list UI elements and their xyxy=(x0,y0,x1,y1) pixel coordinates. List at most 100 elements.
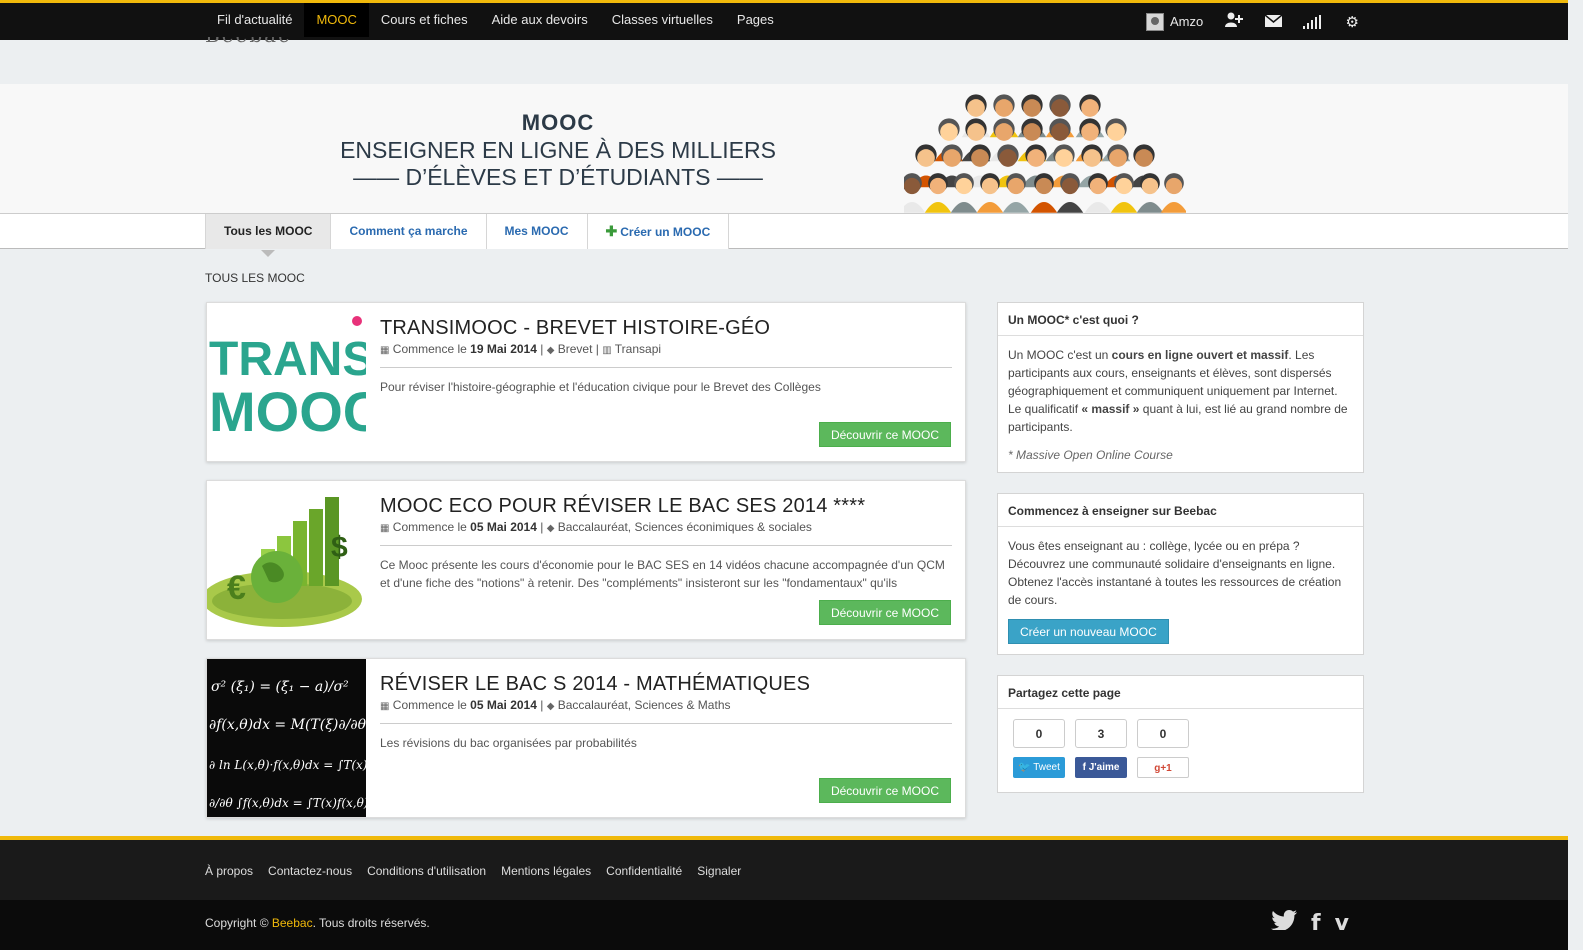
signal-icon[interactable] xyxy=(1303,14,1322,29)
mooc-banner: MOOC ENSEIGNER EN LIGNE À DES MILLIERS —… xyxy=(0,84,1568,213)
person-head xyxy=(1061,177,1079,195)
mooc-meta: ▦ Commence le 05 Mai 2014 | ◆ Baccalauré… xyxy=(380,520,952,546)
banner-line-2: —— D’ÉLÈVES ET D’ÉTUDIANTS —— xyxy=(353,164,763,190)
mooc-definition-d: « massif » xyxy=(1081,402,1140,416)
person-body xyxy=(1160,202,1186,213)
nav-item-homework-help[interactable]: Aide aux devoirs xyxy=(480,3,600,37)
person-body xyxy=(924,202,952,213)
mooc-footnote: * Massive Open Online Course xyxy=(1008,448,1173,462)
user-name[interactable]: Amzo xyxy=(1170,14,1203,29)
share-count: 0 xyxy=(1137,719,1189,748)
mooc-description: Ce Mooc présente les cours d'économie po… xyxy=(380,558,945,590)
share-google: 0 g+1 xyxy=(1137,719,1189,778)
mooc-title[interactable]: RÉVISER LE BAC S 2014 - MATHÉMATIQUES xyxy=(380,673,952,696)
person-head xyxy=(1081,99,1099,117)
nav-item-feed[interactable]: Fil d'actualité xyxy=(205,3,304,37)
mooc-description: Les révisions du bac organisées par prob… xyxy=(380,736,637,750)
formula-line-1: σ² (ξ₁) = (ξ₁ − a)/σ² xyxy=(211,679,349,695)
calendar-icon: ▦ xyxy=(380,701,390,712)
person-head xyxy=(1081,123,1099,141)
footer: À propos Contactez-nous Conditions d'uti… xyxy=(0,836,1568,950)
share-count: 0 xyxy=(1013,719,1065,748)
nav-item-virtual-classes[interactable]: Classes virtuelles xyxy=(600,3,725,37)
footer-link-about[interactable]: À propos xyxy=(205,864,253,878)
plus-one-label: +1 xyxy=(1160,763,1172,774)
footer-link-legal[interactable]: Mentions légales xyxy=(501,864,591,878)
footer-link-contact[interactable]: Contactez-nous xyxy=(268,864,352,878)
start-teaching-box: Commencez à enseigner sur Beebac Vous êt… xyxy=(997,493,1364,655)
add-user-icon[interactable] xyxy=(1225,12,1244,32)
svg-text:€: € xyxy=(227,569,246,607)
mooc-tags[interactable]: Brevet xyxy=(558,342,593,356)
person-body xyxy=(1002,202,1030,213)
mooc-thumbnail-eco[interactable]: $ € xyxy=(207,481,366,639)
scrollbar[interactable] xyxy=(1568,0,1583,950)
mooc-title[interactable]: TRANSIMOOC - BREVET HISTOIRE-GÉO xyxy=(380,317,952,340)
person-head xyxy=(981,177,999,195)
logo[interactable]: Beebac xyxy=(205,37,313,43)
discover-mooc-button[interactable]: Découvrir ce MOOC xyxy=(818,600,951,625)
person-head xyxy=(1165,177,1183,195)
footer-link-report[interactable]: Signaler xyxy=(697,864,741,878)
mooc-author[interactable]: Transapi xyxy=(615,342,661,356)
banner-title: MOOC ENSEIGNER EN LIGNE À DES MILLIERS —… xyxy=(340,110,776,191)
person-head xyxy=(999,149,1017,167)
mooc-card: $ € MOOC ECO POUR RÉVISER LE BAC SES 201… xyxy=(206,480,966,640)
top-navbar: Fil d'actualité MOOC Cours et fiches Aid… xyxy=(0,0,1568,40)
mooc-thumbnail-transimooc[interactable]: TRANSi MOOC xyxy=(207,303,366,461)
mooc-tabs: Tous les MOOC Comment ça marche Mes MOOC… xyxy=(205,214,730,257)
tweet-button[interactable]: 🐦 Tweet xyxy=(1013,757,1065,778)
footer-link-terms[interactable]: Conditions d'utilisation xyxy=(367,864,486,878)
teach-text: Vous êtes enseignant au : collège, lycée… xyxy=(1008,539,1342,607)
discover-mooc-button[interactable]: Découvrir ce MOOC xyxy=(818,778,951,803)
building-icon: ▥ xyxy=(602,345,612,356)
vimeo-icon[interactable]: v xyxy=(1335,911,1349,936)
mail-icon[interactable] xyxy=(1264,13,1283,31)
tab-my-moocs[interactable]: Mes MOOC xyxy=(486,214,588,249)
mooc-card: σ² (ξ₁) = (ξ₁ − a)/σ² ∂f(x,θ)dx = M(T(ξ)… xyxy=(206,658,966,818)
footer-links: À propos Contactez-nous Conditions d'uti… xyxy=(205,864,741,878)
share-facebook: 3 f J'aime xyxy=(1075,719,1127,778)
nav-item-pages[interactable]: Pages xyxy=(725,3,786,37)
person-head xyxy=(955,177,973,195)
box-title: Partagez cette page xyxy=(998,676,1363,709)
avatar[interactable] xyxy=(1146,12,1164,31)
person-head xyxy=(1089,177,1107,195)
mooc-tabs-bar: Tous les MOOC Comment ça marche Mes MOOC… xyxy=(0,213,1568,257)
brand-link[interactable]: Beebac xyxy=(272,916,313,930)
banner-line-1: ENSEIGNER EN LIGNE À DES MILLIERS xyxy=(340,137,776,163)
tab-all-moocs[interactable]: Tous les MOOC xyxy=(205,214,332,257)
twitter-icon[interactable] xyxy=(1271,910,1297,936)
person-head xyxy=(1115,177,1133,195)
person-head xyxy=(917,149,935,167)
tab-create-mooc[interactable]: ✚ Créer un MOOC xyxy=(587,214,730,249)
mooc-start-prefix: Commence le xyxy=(392,342,467,356)
box-body: Un MOOC c'est un cours en ligne ouvert e… xyxy=(998,336,1363,474)
mooc-thumbnail-maths[interactable]: σ² (ξ₁) = (ξ₁ − a)/σ² ∂f(x,θ)dx = M(T(ξ)… xyxy=(207,659,366,817)
mooc-tags[interactable]: Baccalauréat, Sciences & Maths xyxy=(558,698,731,712)
crowd-illustration xyxy=(904,94,1186,213)
facebook-icon: f xyxy=(1082,762,1086,773)
formula-line-4: ∂/∂θ ∫f(x,θ)dx = ∫T(x)f(x,θ)dx xyxy=(209,796,366,810)
mooc-title[interactable]: MOOC ECO POUR RÉVISER LE BAC SES 2014 **… xyxy=(380,495,952,518)
box-title: Un MOOC* c'est quoi ? xyxy=(998,303,1363,336)
nav-item-courses[interactable]: Cours et fiches xyxy=(369,3,480,37)
tab-how-it-works[interactable]: Comment ça marche xyxy=(331,214,487,249)
facebook-icon[interactable]: f xyxy=(1311,911,1321,936)
mooc-card: TRANSi MOOC TRANSIMOOC - BREVET HISTOIRE… xyxy=(206,302,966,462)
person-head xyxy=(943,149,961,167)
nav-item-mooc[interactable]: MOOC xyxy=(304,3,369,37)
mooc-tags[interactable]: Baccalauréat, Sciences éconimiques & soc… xyxy=(558,520,812,534)
gear-icon[interactable]: ⚙ xyxy=(1343,13,1361,31)
person-head xyxy=(1055,149,1073,167)
discover-mooc-button[interactable]: Découvrir ce MOOC xyxy=(818,422,951,447)
thumb-text-line2: MOOC xyxy=(209,380,366,443)
person-body xyxy=(1084,202,1112,213)
mooc-definition-a: Un MOOC c'est un xyxy=(1008,348,1112,362)
main-menu: Fil d'actualité MOOC Cours et fiches Aid… xyxy=(205,3,786,40)
footer-link-privacy[interactable]: Confidentialité xyxy=(606,864,682,878)
like-button[interactable]: f J'aime xyxy=(1075,757,1127,778)
plus-one-button[interactable]: g+1 xyxy=(1137,757,1189,778)
create-new-mooc-button[interactable]: Créer un nouveau MOOC xyxy=(1008,619,1169,644)
plus-icon: ✚ xyxy=(605,223,618,239)
